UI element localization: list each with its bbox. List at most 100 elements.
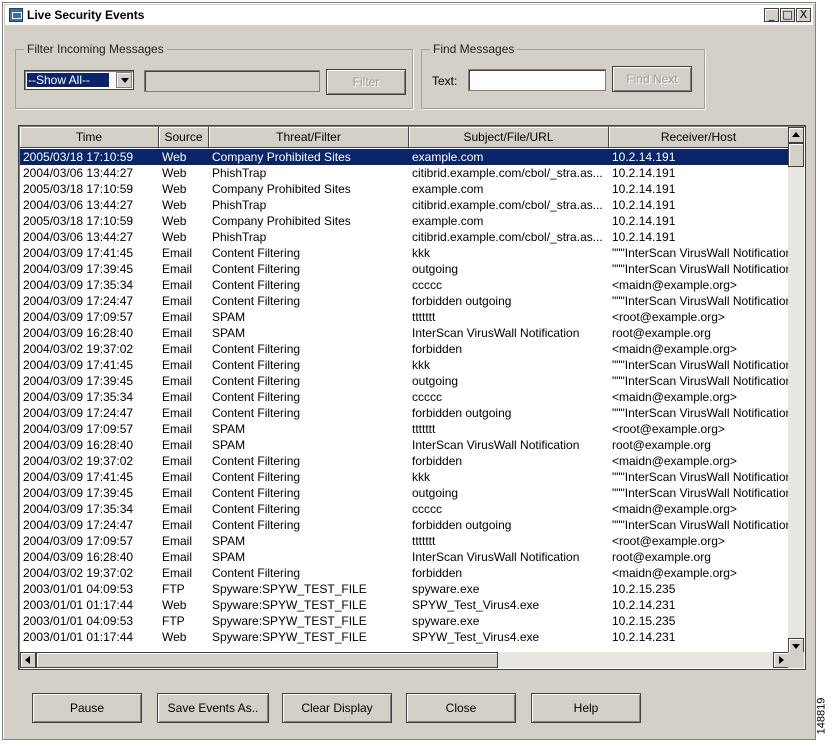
cell-source: Email (162, 502, 193, 516)
table-row[interactable]: 2004/03/09 17:24:47 Email Content Filterin… (20, 517, 789, 533)
filter-text-field[interactable] (144, 70, 320, 92)
cell-threat-filter: Content Filtering (212, 518, 301, 532)
scroll-left-icon[interactable] (20, 652, 36, 668)
cell-source: Email (162, 470, 193, 484)
cell-receiver: """InterScan VirusWall Notification (612, 294, 789, 308)
cell-subject: InterScan VirusWall Notification (412, 550, 580, 564)
cell-time: 2004/03/06 13:44:27 (23, 230, 134, 244)
column-header-receiver[interactable]: Receiver/Host (609, 127, 789, 148)
table-row[interactable]: 2004/03/09 17:39:45 Email Content Filterin… (20, 373, 789, 389)
table-row[interactable]: 2004/03/09 17:09:57 Email SPAM ttttttt <root… (20, 421, 789, 437)
table-row[interactable]: 2003/01/01 04:09:53 FTP Spyware:SPYW_TEST_… (20, 581, 789, 597)
close-button[interactable]: Close (406, 693, 516, 723)
table-row[interactable]: 2005/03/18 17:10:59 Web Company Prohibited… (20, 213, 789, 229)
table-row[interactable]: 2004/03/09 17:24:47 Email Content Filterin… (20, 405, 789, 421)
cell-receiver: <maidn@example.org> (612, 566, 737, 580)
table-row[interactable]: 2004/03/09 16:28:40 Email SPAM InterScan Vi… (20, 549, 789, 565)
column-header-threat-filter[interactable]: Threat/Filter (209, 127, 409, 148)
table-row[interactable]: 2004/03/09 17:09:57 Email SPAM ttttttt <root… (20, 533, 789, 549)
cell-subject: forbidden (412, 342, 463, 356)
table-row[interactable]: 2003/01/01 01:17:44 Web Spyware:SPYW_TEST_… (20, 597, 789, 613)
cell-receiver: <root@example.org> (612, 422, 725, 436)
table-row[interactable]: 2003/01/01 01:17:44 Web Spyware:SPYW_TEST_… (20, 629, 789, 645)
events-table[interactable]: Time Source Threat/Filter Subject/File/U… (18, 125, 806, 670)
table-row[interactable]: 2005/03/18 17:10:59 Web Company Prohibited… (20, 149, 789, 165)
cell-time: 2004/03/09 17:35:34 (23, 390, 134, 404)
table-row[interactable]: 2004/03/09 16:28:40 Email SPAM InterScan Vi… (20, 325, 789, 341)
cell-source: Email (162, 422, 193, 436)
cell-receiver: 10.2.15.235 (612, 582, 676, 596)
table-row[interactable]: 2004/03/09 17:39:45 Email Content Filterin… (20, 485, 789, 501)
table-row[interactable]: 2003/01/01 04:09:53 FTP Spyware:SPYW_TEST_… (20, 613, 789, 629)
filter-button[interactable]: Filter (326, 69, 406, 95)
table-row[interactable]: 2004/03/09 17:35:34 Email Content Filterin… (20, 277, 789, 293)
cell-source: Web (162, 630, 187, 644)
table-row[interactable]: 2004/03/09 17:35:34 Email Content Filterin… (20, 501, 789, 517)
find-group-label: Find Messages (430, 42, 518, 56)
help-button[interactable]: Help (531, 693, 641, 723)
cell-time: 2003/01/01 01:17:44 (23, 598, 134, 612)
cell-receiver: """InterScan VirusWall Notification (612, 374, 789, 388)
cell-threat-filter: Content Filtering (212, 406, 301, 420)
maximize-button[interactable]: □ (780, 8, 795, 22)
minimize-button[interactable]: _ (764, 8, 779, 22)
cell-time: 2005/03/18 17:10:59 (23, 214, 134, 228)
horizontal-scrollbar[interactable] (20, 652, 789, 668)
table-row[interactable]: 2004/03/02 19:37:02 Email Content Filterin… (20, 565, 789, 581)
table-row[interactable]: 2005/03/18 17:10:59 Web Company Prohibited… (20, 181, 789, 197)
cell-time: 2004/03/09 17:24:47 (23, 294, 134, 308)
table-row[interactable]: 2004/03/09 16:28:40 Email SPAM InterScan Vi… (20, 437, 789, 453)
cell-subject: citibrid.example.com/cbol/_stra.as... (412, 166, 603, 180)
cell-threat-filter: Content Filtering (212, 566, 301, 580)
scroll-up-icon[interactable] (788, 127, 804, 143)
cell-threat-filter: Company Prohibited Sites (212, 150, 351, 164)
cell-subject: citibrid.example.com/cbol/_stra.as... (412, 198, 603, 212)
scroll-right-icon[interactable] (773, 652, 789, 668)
table-row[interactable]: 2004/03/06 13:44:27 Web PhishTrap citibrid.… (20, 197, 789, 213)
horizontal-scroll-thumb[interactable] (36, 652, 498, 668)
table-row[interactable]: 2004/03/02 19:37:02 Email Content Filterin… (20, 341, 789, 357)
cell-time: 2004/03/09 17:24:47 (23, 518, 134, 532)
table-row[interactable]: 2004/03/06 13:44:27 Web PhishTrap citibrid.… (20, 165, 789, 181)
table-row[interactable]: 2004/03/09 17:09:57 Email SPAM ttttttt <root… (20, 309, 789, 325)
cell-threat-filter: Content Filtering (212, 470, 301, 484)
vertical-scroll-thumb[interactable] (788, 143, 804, 167)
vertical-scrollbar[interactable] (788, 127, 804, 654)
cell-receiver: 10.2.15.235 (612, 614, 676, 628)
cell-time: 2004/03/09 17:09:57 (23, 534, 134, 548)
table-row[interactable]: 2004/03/09 17:39:45 Email Content Filterin… (20, 261, 789, 277)
cell-time: 2003/01/01 01:17:44 (23, 630, 134, 644)
clear-display-button[interactable]: Clear Display (282, 693, 392, 723)
find-text-input[interactable] (468, 69, 606, 91)
pause-button[interactable]: Pause (32, 693, 142, 723)
title-bar[interactable]: Live Security Events _ □ X (5, 5, 813, 25)
cell-source: Email (162, 566, 193, 580)
cell-source: Email (162, 278, 193, 292)
table-row[interactable]: 2004/03/02 19:37:02 Email Content Filterin… (20, 453, 789, 469)
filter-dropdown[interactable]: --Show All-- (24, 70, 134, 90)
column-header-subject[interactable]: Subject/File/URL (409, 127, 609, 148)
table-row[interactable]: 2004/03/09 17:41:45 Email Content Filterin… (20, 469, 789, 485)
save-events-button[interactable]: Save Events As.. (157, 693, 269, 723)
table-row[interactable]: 2004/03/06 13:44:27 Web PhishTrap citibrid.… (20, 229, 789, 245)
table-row[interactable]: 2004/03/09 17:41:45 Email Content Filterin… (20, 245, 789, 261)
cell-receiver: 10.2.14.191 (612, 182, 676, 196)
close-window-button[interactable]: X (796, 8, 811, 22)
table-row[interactable]: 2004/03/09 17:41:45 Email Content Filterin… (20, 357, 789, 373)
column-header-time[interactable]: Time (20, 127, 159, 148)
table-row[interactable]: 2004/03/09 17:24:47 Email Content Filterin… (20, 293, 789, 309)
chevron-down-icon[interactable] (116, 72, 132, 88)
find-text-label: Text: (432, 74, 458, 88)
cell-threat-filter: Company Prohibited Sites (212, 182, 351, 196)
cell-receiver: """InterScan VirusWall Notification (612, 486, 789, 500)
cell-receiver: root@example.org (612, 438, 711, 452)
cell-threat-filter: Content Filtering (212, 278, 301, 292)
find-next-button[interactable]: Find Next (612, 66, 692, 92)
cell-subject: ccccc (412, 390, 442, 404)
column-header-source[interactable]: Source (159, 127, 209, 148)
cell-source: Email (162, 390, 193, 404)
app-icon (9, 8, 23, 22)
cell-receiver: 10.2.14.191 (612, 150, 676, 164)
filter-dropdown-value: --Show All-- (27, 73, 109, 87)
table-row[interactable]: 2004/03/09 17:35:34 Email Content Filterin… (20, 389, 789, 405)
